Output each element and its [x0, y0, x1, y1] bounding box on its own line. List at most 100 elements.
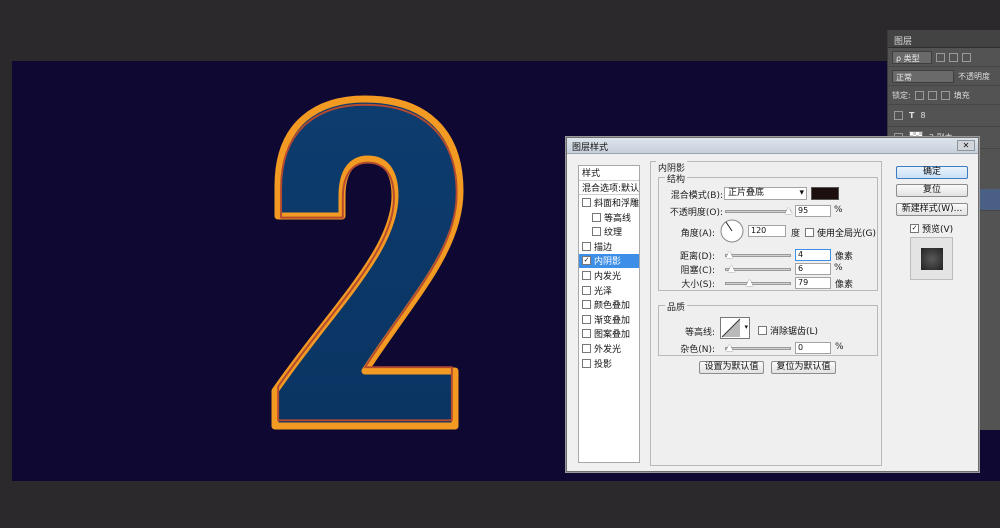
style-checkbox[interactable]	[582, 285, 591, 295]
style-item[interactable]: 样式	[579, 166, 639, 181]
style-checkbox[interactable]	[582, 314, 591, 324]
anti-alias-label: 消除锯齿(L)	[770, 327, 819, 337]
slider-knob[interactable]	[726, 251, 733, 258]
style-item[interactable]: 混合选项:默认	[579, 181, 639, 196]
dialog-titlebar[interactable]: 图层样式 ✕	[567, 138, 978, 154]
style-item[interactable]: 外发光	[579, 341, 639, 356]
tab-layers[interactable]: 图层	[894, 37, 912, 47]
preview-checkbox[interactable]: ✓	[910, 224, 919, 233]
layer-blend-mode-select[interactable]: 正常	[892, 69, 954, 83]
close-button[interactable]: ✕	[957, 140, 975, 151]
noise-label: 杂色(N):	[680, 345, 715, 355]
style-checkbox[interactable]	[582, 197, 591, 207]
ok-button[interactable]: 确定	[896, 166, 968, 179]
angle-label: 角度(A):	[680, 229, 715, 239]
anti-alias-checkbox[interactable]	[758, 326, 767, 335]
style-item-label: 渐变叠加	[594, 315, 631, 326]
style-item[interactable]: 纹理	[579, 224, 639, 239]
choke-unit: %	[834, 263, 843, 273]
style-item[interactable]: 描边	[579, 239, 639, 254]
noise-slider[interactable]	[725, 344, 791, 351]
slider-knob[interactable]	[785, 207, 792, 214]
reset-button[interactable]: 复位	[896, 184, 968, 197]
blend-mode-select[interactable]: 正片叠底 ▾	[724, 187, 807, 200]
style-item[interactable]: 颜色叠加	[579, 297, 639, 312]
text-layer-icon: T	[909, 111, 915, 120]
style-checkbox[interactable]	[592, 212, 601, 222]
style-checkbox[interactable]	[582, 358, 591, 368]
opacity-slider[interactable]	[725, 207, 792, 214]
style-preview	[910, 237, 953, 280]
style-item[interactable]: 图案叠加	[579, 327, 639, 342]
style-item-label: 样式	[582, 169, 601, 180]
style-item-label: 光泽	[594, 286, 613, 297]
style-checkbox[interactable]	[582, 329, 591, 339]
lock-label: 锁定:	[892, 90, 911, 100]
style-item-label: 颜色叠加	[594, 301, 631, 312]
style-checkbox[interactable]	[592, 227, 601, 237]
style-item[interactable]: 渐变叠加	[579, 312, 639, 327]
angle-dial-icon[interactable]	[719, 218, 745, 244]
slider-knob[interactable]	[726, 344, 733, 351]
filter-adjust-icon[interactable]	[949, 52, 958, 62]
filter-pixel-icon[interactable]	[936, 52, 945, 62]
style-checkbox[interactable]: ✓	[582, 256, 591, 266]
lock-row: 锁定: 填充	[888, 86, 1000, 105]
lock-all-icon[interactable]	[940, 90, 950, 100]
choke-slider[interactable]	[725, 265, 791, 272]
preview-option[interactable]: ✓ 预览(V)	[910, 222, 953, 235]
style-checkbox[interactable]	[582, 300, 591, 310]
size-unit: 像素	[835, 280, 854, 290]
layer-style-dialog: 图层样式 ✕ 样式 混合选项:默认 斜面和浮雕 等高线 纹理 描边 ✓ 内阴影 内发光 光泽 颜色叠…	[566, 137, 979, 472]
style-item-label: 投影	[594, 359, 613, 370]
global-light-checkbox[interactable]	[805, 228, 814, 237]
fill-label: 填充	[953, 90, 970, 100]
style-item-label: 内阴影	[594, 257, 622, 268]
lock-position-icon[interactable]	[927, 90, 937, 100]
style-checkbox[interactable]	[582, 270, 591, 280]
lock-pixels-icon[interactable]	[914, 90, 924, 100]
choke-label: 阻塞(C):	[680, 266, 715, 276]
preview-swatch	[920, 247, 943, 270]
style-item-label: 纹理	[604, 228, 623, 239]
filter-text-icon[interactable]	[962, 52, 971, 62]
chevron-down-icon: ▾	[744, 323, 748, 331]
distance-input[interactable]: 4	[795, 249, 831, 261]
style-checkbox[interactable]	[582, 241, 591, 251]
distance-unit: 像素	[835, 252, 854, 262]
style-item[interactable]: 斜面和浮雕	[579, 195, 639, 210]
layer-filter-row: ρ 类型	[888, 48, 1000, 67]
digit-2-artwork	[271, 95, 464, 430]
contour-picker[interactable]: ▾	[720, 317, 750, 339]
style-item[interactable]: 光泽	[579, 283, 639, 298]
style-checkbox[interactable]	[582, 343, 591, 353]
reset-default-button[interactable]: 复位为默认值	[771, 361, 836, 374]
shadow-color-swatch[interactable]	[811, 187, 839, 200]
dialog-title: 图层样式	[572, 143, 609, 153]
new-style-button[interactable]: 新建样式(W)...	[896, 203, 968, 216]
style-item-label: 内发光	[594, 271, 622, 282]
angle-input[interactable]: 120	[748, 225, 786, 237]
angle-unit: 度	[791, 229, 801, 239]
distance-slider[interactable]	[725, 251, 791, 258]
opacity-input[interactable]: 95	[795, 205, 831, 217]
slider-knob[interactable]	[746, 279, 753, 286]
quality-title: 品质	[665, 300, 688, 313]
noise-input[interactable]: 0	[795, 342, 831, 354]
style-item[interactable]: 等高线	[579, 210, 639, 225]
size-input[interactable]: 79	[795, 277, 831, 289]
style-item[interactable]: 投影	[579, 356, 639, 371]
slider-knob[interactable]	[728, 265, 735, 272]
visibility-toggle-icon[interactable]	[894, 111, 903, 120]
layer-row[interactable]: T 8	[888, 105, 1000, 127]
choke-input[interactable]: 6	[795, 263, 831, 275]
global-light-option[interactable]: 使用全局光(G)	[805, 226, 876, 239]
set-default-button[interactable]: 设置为默认值	[699, 361, 764, 374]
preview-label: 预览(V)	[922, 225, 954, 235]
blend-row: 正常 不透明度	[888, 67, 1000, 86]
layer-filter-select[interactable]: ρ 类型	[892, 50, 932, 64]
style-item[interactable]: 内发光	[579, 268, 639, 283]
size-slider[interactable]	[725, 279, 791, 286]
style-item[interactable]: ✓ 内阴影	[579, 253, 639, 269]
anti-alias-option[interactable]: 消除锯齿(L)	[758, 324, 818, 337]
